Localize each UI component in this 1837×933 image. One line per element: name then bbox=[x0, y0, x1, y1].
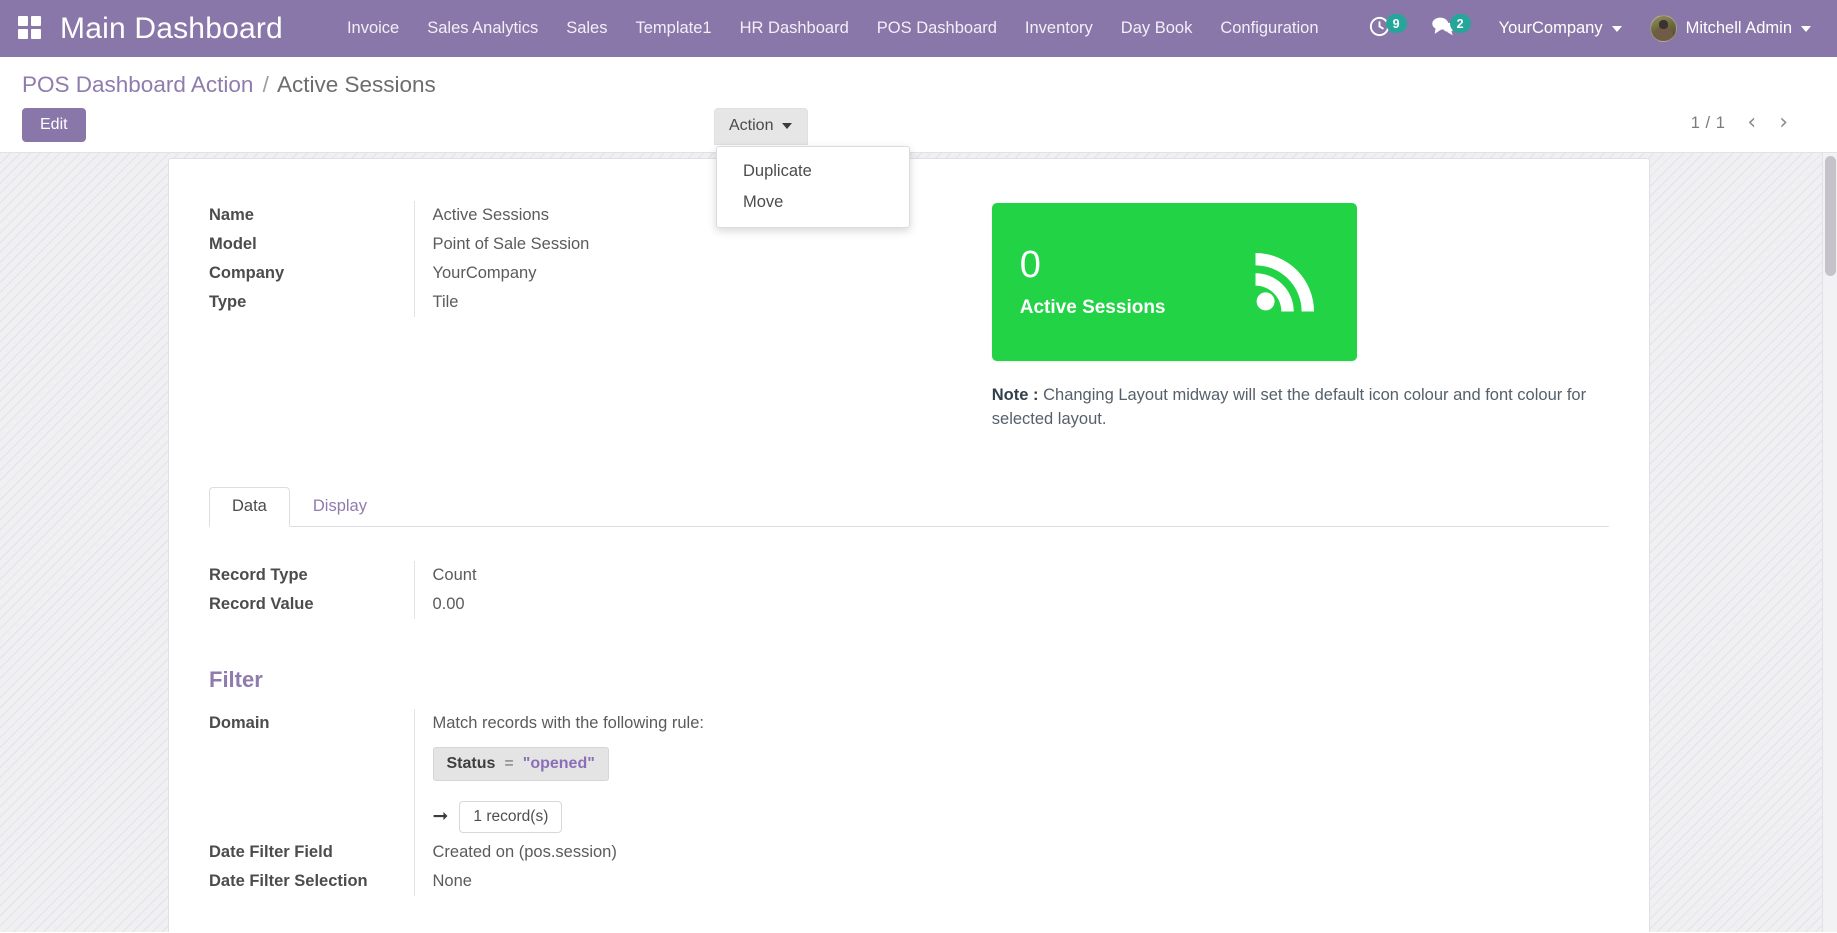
nav-item-day-book[interactable]: Day Book bbox=[1107, 1, 1207, 56]
field-value-record-type[interactable]: Count bbox=[413, 560, 1609, 590]
notebook: Data Display Record Type Count Record Va… bbox=[209, 486, 1609, 896]
tile-preview[interactable]: 0 Active Sessions bbox=[991, 203, 1357, 361]
form-sheet: Name Active Sessions Model Point of Sale… bbox=[168, 158, 1650, 932]
apps-grid-icon[interactable] bbox=[18, 15, 44, 42]
action-dropdown-menu: Duplicate Move bbox=[716, 146, 910, 228]
action-menu-item-duplicate[interactable]: Duplicate bbox=[717, 156, 909, 187]
nav-item-inventory[interactable]: Inventory bbox=[1011, 1, 1107, 56]
domain-rule[interactable]: Status = "opened" bbox=[432, 746, 609, 781]
nav-item-configuration[interactable]: Configuration bbox=[1206, 1, 1332, 56]
field-label-record-value: Record Value bbox=[209, 594, 314, 613]
breadcrumb-current: Active Sessions bbox=[276, 72, 436, 97]
filter-section-title: Filter bbox=[209, 666, 263, 692]
avatar bbox=[1649, 15, 1677, 42]
domain-rule-operator[interactable]: = bbox=[504, 755, 513, 773]
domain-description: Match records with the following rule: bbox=[432, 713, 704, 732]
pager-counter: 1 / 1 bbox=[1690, 113, 1726, 132]
breadcrumb-parent[interactable]: POS Dashboard Action bbox=[22, 72, 253, 97]
form-view-area: Name Active Sessions Model Point of Sale… bbox=[0, 153, 1837, 932]
navbar-right-tools: 9 2 YourCompany Mitchell Admin bbox=[1360, 5, 1823, 53]
breadcrumb-separator: / bbox=[262, 72, 269, 97]
field-row-domain: Domain Match records with the following … bbox=[209, 708, 1610, 838]
chevron-down-icon bbox=[1801, 25, 1811, 32]
breadcrumb: POS Dashboard Action / Active Sessions bbox=[22, 71, 1815, 98]
edit-button[interactable]: Edit bbox=[22, 108, 86, 142]
messaging-menu-button[interactable]: 2 bbox=[1423, 5, 1483, 52]
field-label-model: Model bbox=[209, 235, 257, 253]
field-row-record-value: Record Value 0.00 bbox=[209, 589, 1609, 619]
field-value-model[interactable]: Point of Sale Session bbox=[413, 230, 930, 259]
field-value-domain: Match records with the following rule: S… bbox=[413, 708, 1610, 838]
field-value-date-filter-field[interactable]: Created on (pos.session) bbox=[413, 837, 1609, 867]
main-fields-group: Name Active Sessions Model Point of Sale… bbox=[209, 201, 930, 432]
layout-note: Note : Changing Layout midway will set t… bbox=[992, 383, 1609, 432]
nav-item-sales[interactable]: Sales bbox=[552, 1, 621, 56]
field-label-date-filter-field: Date Filter Field bbox=[209, 842, 333, 861]
scrollbar-thumb[interactable] bbox=[1825, 156, 1836, 276]
field-label-name: Name bbox=[209, 206, 254, 224]
nav-item-sales-analytics[interactable]: Sales Analytics bbox=[413, 1, 552, 56]
domain-rule-field[interactable]: Status bbox=[447, 755, 496, 773]
note-text: Changing Layout midway will set the defa… bbox=[991, 386, 1587, 429]
company-name: YourCompany bbox=[1498, 19, 1603, 37]
chevron-down-icon bbox=[782, 123, 793, 129]
tile-label: Active Sessions bbox=[1019, 296, 1166, 318]
tab-panel-data: Record Type Count Record Value 0.00 Filt… bbox=[209, 527, 1609, 896]
field-row-record-type: Record Type Count bbox=[209, 560, 1609, 590]
action-dropdown: Action Duplicate Move bbox=[714, 108, 910, 228]
field-value-date-filter-selection[interactable]: None bbox=[413, 866, 1609, 896]
user-menu[interactable]: Mitchell Admin bbox=[1638, 5, 1823, 52]
nav-item-hr-dashboard[interactable]: HR Dashboard bbox=[726, 1, 863, 56]
action-button[interactable]: Action bbox=[714, 108, 808, 145]
note-prefix: Note : bbox=[991, 386, 1039, 404]
activity-menu-button[interactable]: 9 bbox=[1360, 5, 1419, 53]
action-menu-item-move[interactable]: Move bbox=[717, 187, 909, 218]
field-label-type: Type bbox=[209, 293, 247, 311]
tile-preview-group: 0 Active Sessions Note : Changing Layout… bbox=[930, 201, 1609, 432]
domain-record-count-row: ➞ 1 record(s) bbox=[432, 800, 1610, 833]
pager: 1 / 1 ‹ › bbox=[1691, 110, 1797, 136]
chevron-down-icon bbox=[1611, 25, 1622, 32]
navbar-menu: Invoice Sales Analytics Sales Template1 … bbox=[333, 1, 1333, 56]
field-label-domain: Domain bbox=[209, 713, 270, 732]
action-button-label: Action bbox=[729, 117, 774, 134]
field-row-model: Model Point of Sale Session bbox=[209, 230, 930, 259]
activity-count-badge: 9 bbox=[1385, 14, 1407, 33]
rss-signal-icon bbox=[1251, 244, 1323, 321]
field-label-date-filter-selection: Date Filter Selection bbox=[209, 871, 368, 890]
arrow-right-icon: ➞ bbox=[432, 806, 449, 828]
tab-display[interactable]: Display bbox=[290, 487, 390, 527]
field-label-company: Company bbox=[209, 264, 285, 282]
field-row-type: Type Tile bbox=[209, 288, 930, 317]
notebook-tabs: Data Display bbox=[209, 486, 1609, 527]
company-switcher[interactable]: YourCompany bbox=[1487, 9, 1634, 48]
app-brand-title[interactable]: Main Dashboard bbox=[60, 12, 283, 46]
messages-count-badge: 2 bbox=[1449, 14, 1471, 33]
field-value-type[interactable]: Tile bbox=[413, 288, 930, 317]
field-row-date-filter-field: Date Filter Field Created on (pos.sessio… bbox=[209, 837, 1609, 867]
field-row-company: Company YourCompany bbox=[209, 259, 930, 288]
field-value-company[interactable]: YourCompany bbox=[413, 259, 930, 288]
record-count-button[interactable]: 1 record(s) bbox=[459, 800, 563, 833]
vertical-scrollbar[interactable] bbox=[1822, 153, 1837, 932]
field-value-record-value[interactable]: 0.00 bbox=[413, 589, 1609, 619]
field-row-date-filter-selection: Date Filter Selection None bbox=[209, 866, 1609, 896]
nav-item-invoice[interactable]: Invoice bbox=[333, 1, 413, 56]
nav-item-template1[interactable]: Template1 bbox=[621, 1, 725, 56]
nav-item-pos-dashboard[interactable]: POS Dashboard bbox=[863, 1, 1011, 56]
tile-value: 0 bbox=[1019, 243, 1041, 286]
top-navbar: Main Dashboard Invoice Sales Analytics S… bbox=[0, 0, 1837, 57]
user-name: Mitchell Admin bbox=[1685, 19, 1792, 37]
tab-data[interactable]: Data bbox=[209, 486, 290, 527]
tile-text: 0 Active Sessions bbox=[1020, 246, 1166, 319]
control-panel: POS Dashboard Action / Active Sessions E… bbox=[0, 57, 1837, 228]
field-label-record-type: Record Type bbox=[209, 565, 308, 584]
chevron-right-icon[interactable]: › bbox=[1770, 110, 1797, 136]
domain-rule-value[interactable]: "opened" bbox=[523, 755, 595, 773]
chevron-left-icon[interactable]: ‹ bbox=[1738, 110, 1765, 136]
